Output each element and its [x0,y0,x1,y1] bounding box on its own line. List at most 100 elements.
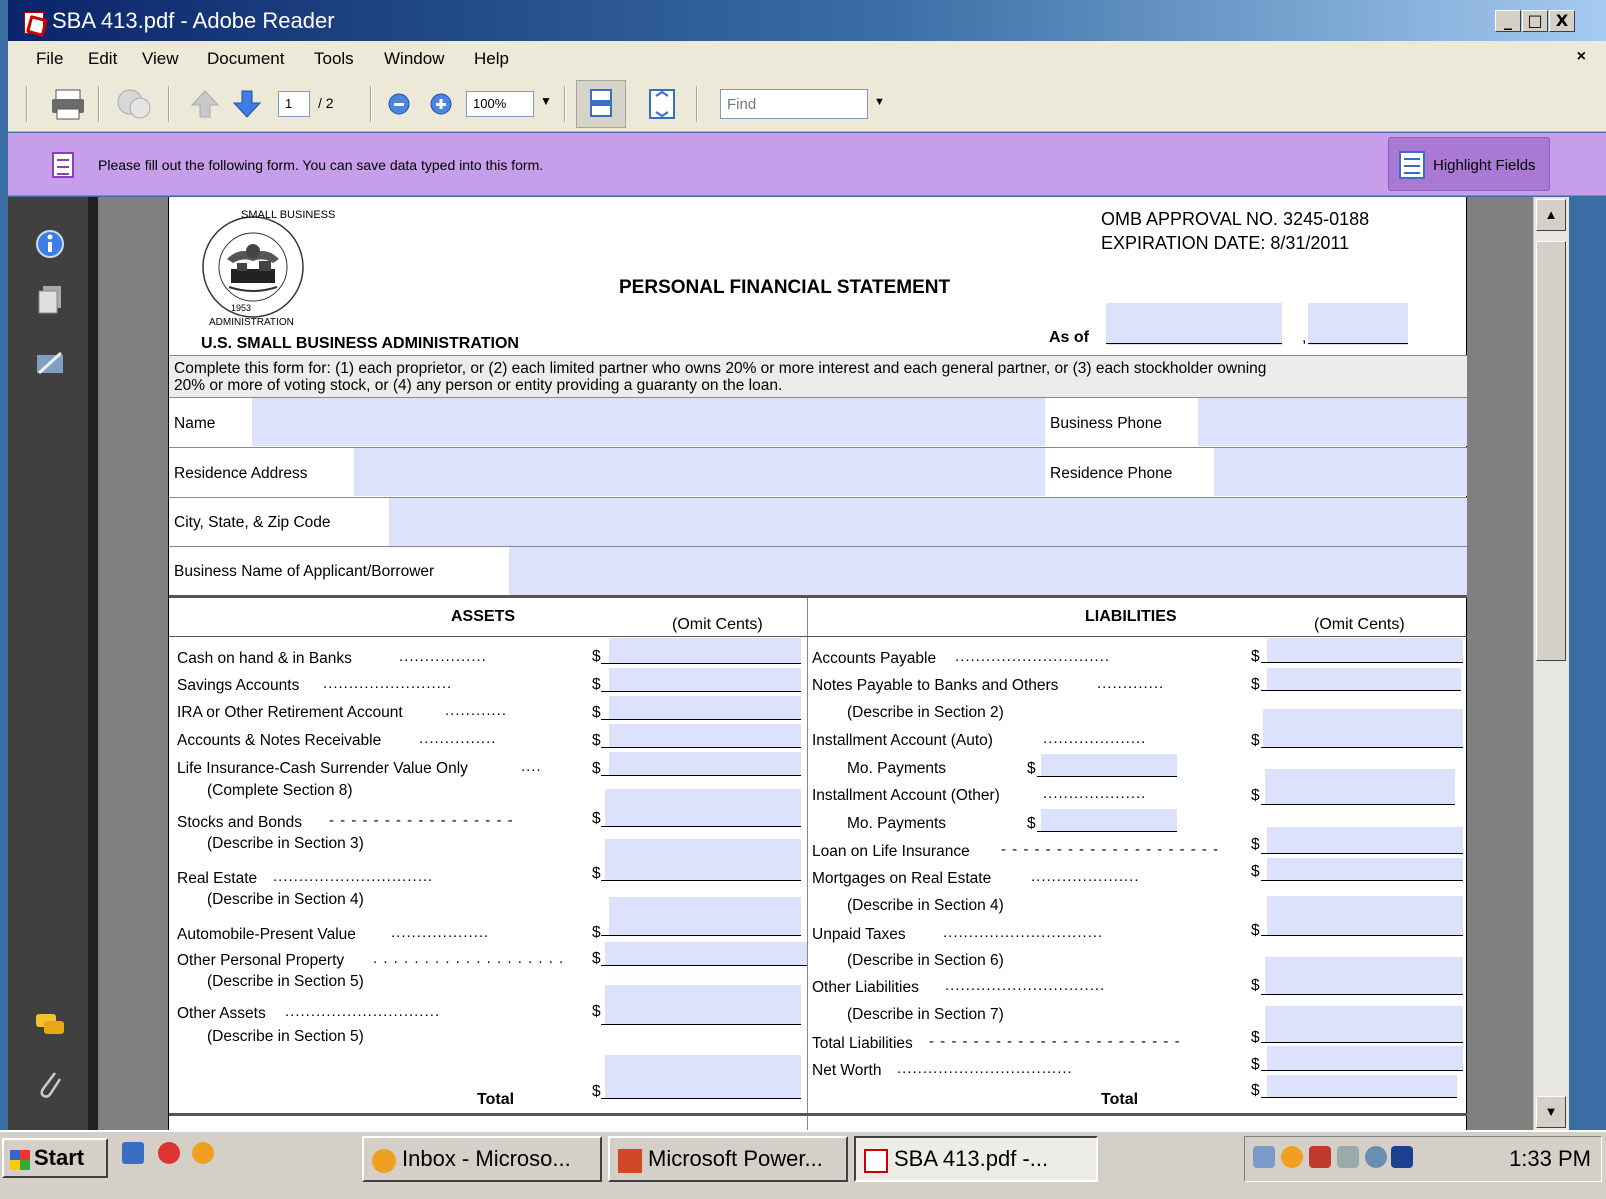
find-dropdown-icon[interactable]: ▼ [874,96,885,108]
scrollbar-thumb[interactable] [1536,241,1566,661]
app-tray-icon[interactable] [1391,1146,1413,1168]
total-liabilities-field[interactable] [1265,1006,1463,1042]
document-viewport[interactable]: SMALL BUSINESS 1953 ADMINISTRATION OMB A… [98,197,1533,1130]
taskbar-item-inbox[interactable]: Inbox - Microso... [362,1136,602,1182]
ira-dollar: $ [592,704,601,721]
describe-section-7-note: (Describe in Section 7) [847,1006,1004,1023]
net-worth-dollar: $ [1251,1056,1260,1073]
describe-section-2-note: (Describe in Section 2) [847,704,1004,721]
comments-icon[interactable] [33,1009,67,1043]
next-page-icon[interactable] [232,88,262,120]
highlight-fields-icon [1399,151,1425,179]
print-icon[interactable] [50,86,86,122]
zoom-out-icon[interactable] [388,93,410,115]
life-insurance-dollar: $ [592,760,601,777]
taskbar-item-sba-pdf[interactable]: SBA 413.pdf -... [854,1136,1098,1182]
installment-other-label: Installment Account (Other) [812,787,1000,804]
start-button[interactable]: Start [2,1138,108,1178]
real-estate-label: Real Estate [177,870,258,887]
menu-view[interactable]: View [142,49,179,69]
fit-page-icon[interactable] [642,84,682,124]
cash-dollar: $ [592,648,601,665]
menu-edit[interactable]: Edit [88,49,117,69]
menu-help[interactable]: Help [474,49,509,69]
zoom-level-input[interactable]: 100% [466,91,534,117]
residence-phone-field[interactable] [1214,448,1467,496]
scroll-down-icon[interactable]: ▼ [1536,1096,1566,1128]
savings-field[interactable] [609,668,801,692]
receivable-field[interactable] [609,724,801,748]
name-field[interactable] [252,398,1045,446]
other-property-field[interactable] [605,942,807,966]
underline [601,965,807,966]
signatures-icon[interactable] [33,347,67,381]
printer-tray-icon[interactable] [1253,1146,1275,1168]
menu-file[interactable]: File [36,49,63,69]
column-divider [807,598,808,1130]
city-state-zip-field[interactable] [389,498,1467,546]
scroll-up-icon[interactable]: ▲ [1536,199,1566,231]
ira-field[interactable] [609,696,801,720]
outlook-tray-icon[interactable] [1281,1146,1303,1168]
automobile-label: Automobile-Present Value [177,926,356,943]
previous-page-icon[interactable] [190,88,220,120]
unpaid-taxes-field[interactable] [1267,896,1463,936]
mo-payments-other-field[interactable] [1041,809,1177,831]
navigation-panel-divider[interactable] [88,197,98,1130]
speaker-tray-icon[interactable] [1365,1146,1387,1168]
notes-payable-field[interactable] [1267,668,1461,690]
assets-total-field[interactable] [605,1055,801,1099]
title-bar: SBA 413.pdf - Adobe Reader _ □ X [8,0,1606,41]
business-phone-field[interactable] [1198,398,1467,446]
close-button[interactable]: X [1549,10,1575,32]
info-icon[interactable] [33,227,67,261]
installment-auto-field[interactable] [1263,709,1463,747]
other-property-label: Other Personal Property [177,952,345,969]
page-number-input[interactable]: 1 [278,91,310,117]
life-insurance-field[interactable] [609,752,801,776]
as-of-date-field[interactable] [1106,303,1282,345]
pages-icon[interactable] [33,282,67,316]
net-worth-field[interactable] [1267,1046,1463,1070]
vertical-scrollbar[interactable]: ▲ ▼ [1533,197,1569,1130]
network-tray-icon[interactable] [1337,1146,1359,1168]
cash-field[interactable] [609,638,801,664]
mortgages-field[interactable] [1267,858,1463,880]
installment-other-field[interactable] [1265,769,1455,805]
stocks-field[interactable] [605,789,801,827]
other-assets-field[interactable] [605,985,801,1025]
menu-tools[interactable]: Tools [314,49,354,69]
taskbar-item-powerpoint[interactable]: Microsoft Power... [608,1136,848,1182]
menu-window[interactable]: Window [384,49,444,69]
media-quicklaunch-icon[interactable] [158,1142,180,1164]
business-name-field[interactable] [509,547,1467,595]
mo-payments-auto-field[interactable] [1041,754,1177,776]
outlook-quicklaunch-icon[interactable] [192,1142,214,1164]
maximize-button[interactable]: □ [1522,10,1548,32]
highlight-fields-button[interactable]: Highlight Fields [1388,137,1550,191]
loan-life-insurance-field[interactable] [1267,827,1463,853]
automobile-field[interactable] [609,897,801,935]
mo-payments-auto-label: Mo. Payments [847,760,947,777]
as-of-year-field[interactable] [1308,303,1408,345]
document-close-icon[interactable]: × [1577,48,1586,66]
liabilities-total-field[interactable] [1267,1075,1457,1097]
other-liabilities-field[interactable] [1265,957,1463,995]
find-input[interactable]: Find [720,89,868,119]
fit-width-button[interactable] [576,80,626,128]
menu-document[interactable]: Document [207,49,284,69]
minimize-button[interactable]: _ [1495,10,1521,32]
zoom-dropdown-icon[interactable]: ▼ [540,94,552,108]
residence-address-field[interactable] [354,448,1045,496]
zoom-in-icon[interactable] [430,93,452,115]
attachments-icon[interactable] [33,1067,67,1101]
accounts-payable-field[interactable] [1267,638,1463,662]
collaborate-icon[interactable] [114,84,154,124]
ie-quicklaunch-icon[interactable] [122,1142,144,1164]
underline [1261,690,1461,691]
real-estate-field[interactable] [605,839,801,881]
highlight-fields-label: Highlight Fields [1433,157,1536,174]
security-shield-icon[interactable] [1309,1146,1331,1168]
seal-year: 1953 [231,303,252,313]
toolbar-separator [98,86,100,122]
